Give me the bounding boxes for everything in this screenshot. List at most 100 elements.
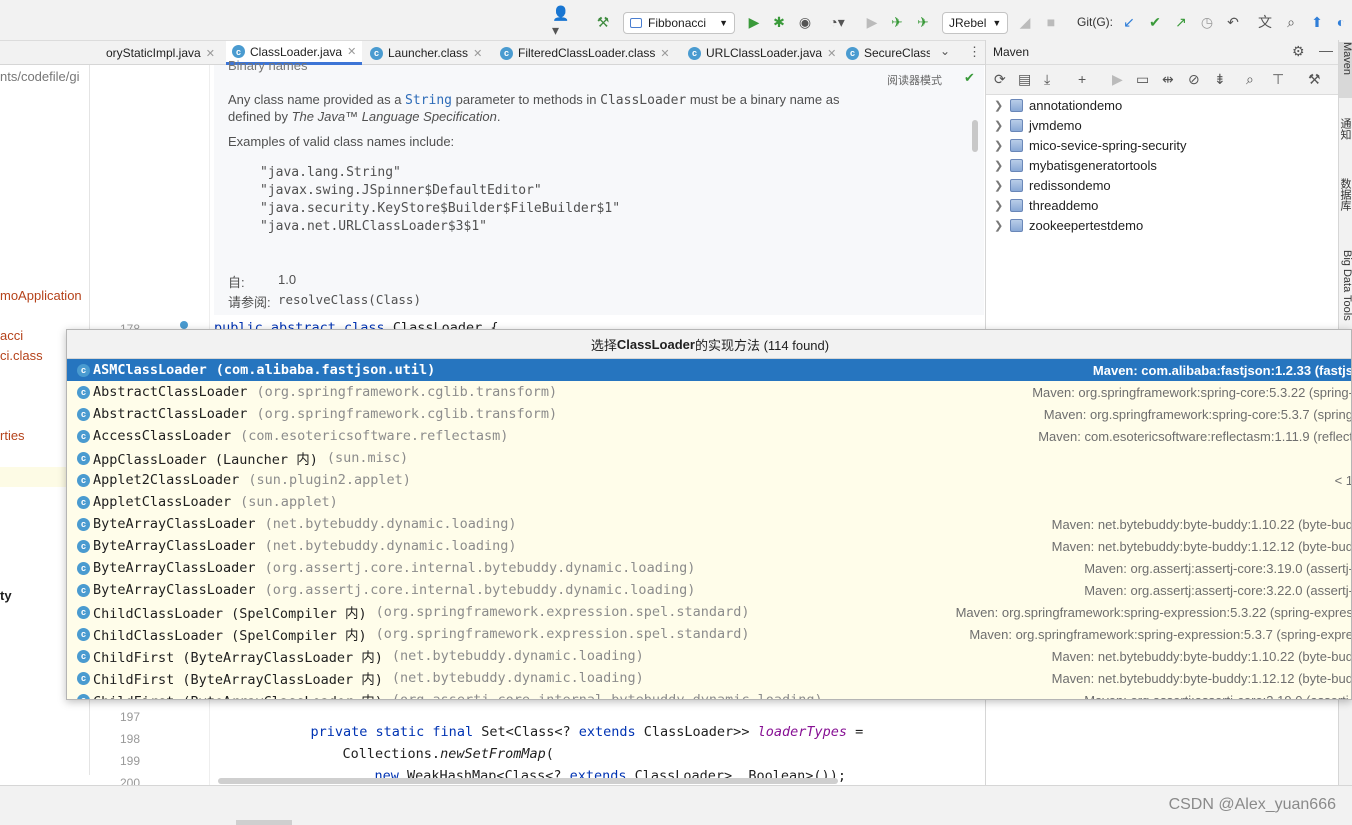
implementation-row[interactable]: cChildFirst (ByteArrayClassLoader 内) (org…	[67, 689, 1351, 700]
run-config-select[interactable]: Fibbonacci ▼	[623, 12, 735, 34]
implementation-row[interactable]: c AppClassLoader (Launcher 内) (sun.misc)	[67, 447, 1351, 469]
implementation-row[interactable]: c ChildClassLoader (SpelCompiler 内) (org.s…	[67, 623, 1351, 645]
tree-item[interactable]: moApplication	[0, 288, 82, 303]
coverage-icon[interactable]: ◉	[796, 12, 814, 32]
skip-tests-icon[interactable]: ⊘	[1188, 71, 1200, 88]
execute-goal-icon[interactable]: ▭	[1136, 71, 1149, 88]
more-icon[interactable]: ⋮	[968, 44, 981, 60]
git-commit-icon[interactable]: ✔	[1146, 12, 1164, 32]
implementation-class-name: ByteArrayClassLoader	[93, 582, 256, 598]
maven-project-row[interactable]: ❯ mybatisgeneratortools	[994, 155, 1157, 175]
implementation-row[interactable]: c AppletClassLoader (sun.applet)	[67, 491, 1351, 513]
implementation-row[interactable]: c ByteArrayClassLoader (org.assertj.core.i…	[67, 557, 1351, 579]
folder-reload-icon[interactable]: ▤	[1018, 71, 1031, 88]
doc-link-string[interactable]: String	[405, 93, 452, 108]
gear-icon[interactable]: ⚙	[1292, 43, 1305, 60]
implementation-class-name: AppClassLoader (Launcher 内)	[93, 452, 318, 468]
run-icon[interactable]: ▶	[1112, 71, 1123, 88]
jrebel-select[interactable]: JRebel ▼	[942, 12, 1008, 34]
class-icon: c	[77, 451, 90, 465]
history-icon[interactable]: ◷	[1198, 12, 1216, 32]
maven-project-row[interactable]: ❯ threaddemo	[994, 195, 1098, 215]
check-icon[interactable]: ✔	[964, 70, 975, 86]
plugin-icon[interactable]: ◐	[1332, 12, 1350, 32]
stripe-tab-notifications[interactable]: 通知	[1339, 118, 1352, 158]
maven-project-row[interactable]: ❯ jvmdemo	[994, 115, 1082, 135]
tab-object-factory-impl[interactable]: oryStaticImpl.java ✕	[106, 41, 224, 65]
translate-icon[interactable]: 文	[1256, 12, 1274, 32]
run-icon[interactable]: ▶	[745, 12, 763, 32]
bottom-scroll-thumb[interactable]	[236, 820, 292, 825]
collapse-icon[interactable]: ⇟	[1214, 71, 1226, 88]
chevron-right-icon[interactable]: ❯	[994, 159, 1004, 172]
chevron-right-icon[interactable]: ❯	[994, 139, 1004, 152]
tab-filtered-classloader[interactable]: c FilteredClassLoader.class ✕	[500, 41, 680, 65]
doc-see-link[interactable]: resolveClass(Class)	[278, 292, 421, 307]
doc-scrollbar[interactable]	[972, 120, 978, 152]
chevron-right-icon[interactable]: ❯	[994, 199, 1004, 212]
chevron-right-icon[interactable]: ❯	[994, 179, 1004, 192]
implementation-row[interactable]: c AbstractClassLoader (org.springframework…	[67, 403, 1351, 425]
implementation-row[interactable]: c ByteArrayClassLoader (net.bytebuddy.dyna…	[67, 535, 1351, 557]
jrebel-update-icon[interactable]: ◢	[1016, 12, 1034, 32]
close-icon[interactable]: ✕	[473, 47, 482, 60]
chevron-right-icon[interactable]: ❯	[994, 119, 1004, 132]
chevron-right-icon[interactable]: ❯	[994, 219, 1004, 232]
stripe-tab-database[interactable]: 数据库	[1339, 178, 1352, 228]
show-dependencies-icon[interactable]: ⊤	[1272, 71, 1284, 88]
reader-mode-link[interactable]: 阅读器模式	[887, 72, 942, 88]
stripe-tab-maven[interactable]: Maven	[1339, 42, 1352, 98]
search-icon[interactable]: ⌕	[1282, 12, 1300, 32]
download-icon[interactable]: ⤓	[1044, 71, 1050, 88]
jrebel-debug-icon[interactable]: ✈	[914, 12, 932, 32]
add-icon[interactable]: +	[1078, 71, 1086, 87]
implementation-row[interactable]: c ChildClassLoader (SpelCompiler 内) (org.s…	[67, 601, 1351, 623]
maven-project-label: annotationdemo	[1029, 97, 1123, 113]
editor-tabs: oryStaticImpl.java ✕ c ClassLoader.java …	[0, 40, 985, 65]
implementation-row[interactable]: c ChildFirst (ByteArrayClassLoader 内) (net…	[67, 645, 1351, 667]
maven-project-row[interactable]: ❯ redissondemo	[994, 175, 1111, 195]
tab-launcher-class[interactable]: c Launcher.class ✕	[370, 41, 490, 65]
jrebel-run-icon[interactable]: ✈	[888, 12, 906, 32]
user-icon[interactable]: 👤▾	[552, 5, 576, 38]
analyze-icon[interactable]: ⌕	[1246, 71, 1254, 88]
tree-item[interactable]: ty	[0, 588, 12, 603]
implementation-package: (org.assertj.core.internal.bytebuddy.dyn…	[391, 692, 823, 700]
close-icon[interactable]: ✕	[827, 47, 836, 60]
close-icon[interactable]: ✕	[347, 45, 356, 58]
horizontal-scrollbar[interactable]	[218, 778, 838, 784]
implementation-row[interactable]: c ByteArrayClassLoader (org.assertj.core.i…	[67, 579, 1351, 601]
tree-item[interactable]: acci	[0, 328, 23, 343]
debug-icon[interactable]: ✱	[770, 12, 788, 32]
git-push-icon[interactable]: ↗	[1172, 12, 1190, 32]
implementation-row[interactable]: c ChildFirst (ByteArrayClassLoader 内) (net…	[67, 667, 1351, 689]
implementation-marker-icon[interactable]	[180, 321, 188, 329]
hide-icon[interactable]: —	[1319, 42, 1333, 58]
chevron-right-icon[interactable]: ❯	[994, 99, 1004, 112]
profile-icon[interactable]: ◔▾	[822, 12, 852, 32]
close-icon[interactable]: ✕	[660, 47, 669, 60]
implementation-row[interactable]: c AccessClassLoader (com.esotericsoftware.…	[67, 425, 1351, 447]
rollback-icon[interactable]: ↶	[1224, 12, 1242, 32]
tree-item[interactable]: ci.class	[0, 348, 43, 363]
toggle-offline-icon[interactable]: ⇹	[1162, 71, 1174, 88]
reload-icon[interactable]: ⟳	[994, 71, 1006, 88]
maven-project-row[interactable]: ❯ mico-sevice-spring-security	[994, 135, 1186, 155]
update-icon[interactable]: ⬆	[1308, 12, 1326, 32]
tab-urlclassloader[interactable]: c URLClassLoader.java ✕	[688, 41, 838, 65]
maven-project-row[interactable]: ❯ zookeepertestdemo	[994, 215, 1143, 235]
build-hammer-icon[interactable]: ⚒	[594, 12, 612, 32]
wrench-icon[interactable]: ⚒	[1308, 71, 1321, 88]
chevron-down-icon[interactable]: ⌄	[940, 44, 950, 58]
close-icon[interactable]: ✕	[206, 47, 215, 60]
implementation-row[interactable]: c Applet2ClassLoader (sun.plugin2.applet) <…	[67, 469, 1351, 491]
implementation-row[interactable]: c ByteArrayClassLoader (net.bytebuddy.dyna…	[67, 513, 1351, 535]
implementation-row[interactable]: c AbstractClassLoader (org.springframework…	[67, 381, 1351, 403]
implementation-row[interactable]: c ASMClassLoader (com.alibaba.fastjson.uti…	[67, 359, 1351, 381]
stop-icon[interactable]: ■	[1042, 12, 1060, 32]
stop-disabled-icon[interactable]: ▶	[864, 12, 880, 32]
tree-item[interactable]: rties	[0, 428, 25, 443]
tab-secureclassloader[interactable]: c SecureClass	[846, 41, 930, 65]
maven-project-row[interactable]: ❯ annotationdemo	[994, 95, 1122, 115]
git-update-icon[interactable]: ↙	[1120, 12, 1138, 32]
